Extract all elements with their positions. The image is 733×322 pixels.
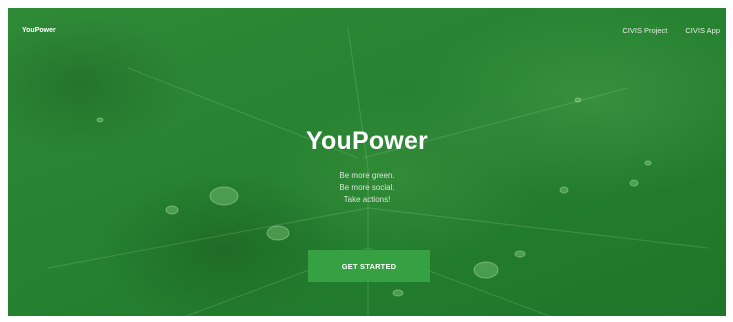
top-navigation: YouPower CIVIS Project CIVIS App — [8, 8, 726, 54]
hero-title: YouPower — [306, 127, 428, 155]
hero-taglines: Be more green. Be more social. Take acti… — [8, 170, 726, 206]
tagline-green: Be more green. — [339, 171, 395, 180]
brand-logo[interactable]: YouPower — [22, 27, 56, 34]
tagline-social: Be more social. — [339, 183, 395, 192]
hero-section: YouPower Be more green. Be more social. … — [8, 126, 726, 206]
nav-link-civis-project[interactable]: CIVIS Project — [622, 26, 667, 35]
nav-link-civis-app[interactable]: CIVIS App — [685, 26, 720, 35]
get-started-button[interactable]: GET STARTED — [308, 250, 430, 282]
tagline-actions: Take actions! — [343, 195, 391, 204]
nav-links: CIVIS Project CIVIS App — [622, 26, 720, 35]
hero-background: YouPower CIVIS Project CIVIS App YouPowe… — [8, 8, 726, 316]
